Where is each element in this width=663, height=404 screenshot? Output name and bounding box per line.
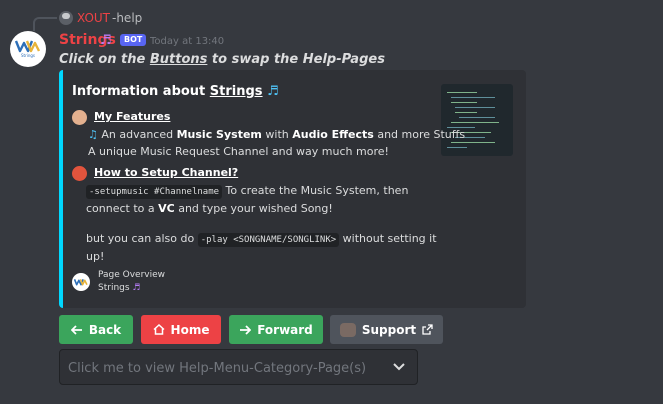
support-button-label: Support: [361, 322, 417, 337]
chevron-down-icon[interactable]: [392, 362, 406, 372]
footer-line-1: Page Overview: [98, 270, 166, 280]
music-note-icon: ♫: [88, 128, 98, 141]
setup-line-1: -setupmusic #Channelname To create the M…: [86, 184, 409, 199]
footer-line-2: Strings ♬: [98, 283, 141, 293]
avatar-text: Strings: [20, 53, 36, 58]
play-command-code: -play <SONGNAME/SONGLINK>: [197, 233, 340, 247]
forward-button[interactable]: Forward: [229, 315, 323, 344]
setup-text-c: and type your wished Song!: [174, 202, 333, 215]
arrow-right-icon: [240, 324, 252, 335]
back-button[interactable]: Back: [59, 315, 133, 344]
footer-bot-name: Strings: [98, 283, 130, 293]
music-note-icon: ♬: [100, 33, 112, 48]
embed-thumbnail[interactable]: [441, 84, 513, 156]
character-icon: [72, 110, 87, 125]
embed-title-link: Strings: [209, 84, 263, 99]
content-suffix: to swap the Help-Pages: [207, 52, 385, 67]
setup-text-b: connect to a: [86, 202, 159, 215]
content-highlight: Buttons: [149, 52, 208, 67]
features-bold-2: Audio Effects: [292, 128, 374, 141]
strings-logo-icon: [74, 279, 88, 286]
setup-bold-vc: VC: [158, 202, 175, 215]
content-prefix: Click on the: [59, 52, 150, 67]
features-line-1: ♫ An advanced Music System with Audio Ef…: [88, 128, 465, 141]
select-placeholder: Click me to view Help-Menu-Category-Page…: [68, 361, 367, 376]
setup-line-2: connect to a VC and type your wished Son…: [86, 202, 333, 215]
strings-logo-icon: [15, 40, 41, 53]
setup-text-d: but you can also do: [86, 232, 198, 245]
features-line-2: A unique Music Request Channel and way m…: [88, 145, 389, 158]
setup-text-a: To create the Music System, then: [222, 184, 409, 197]
features-bold-1: Music System: [176, 128, 262, 141]
home-icon: [153, 324, 165, 335]
footer-avatar: [72, 273, 90, 291]
reply-text[interactable]: -help: [112, 11, 142, 25]
back-button-label: Back: [88, 322, 122, 337]
features-text-c: and more Stuffs: [373, 128, 466, 141]
embed-title-prefix: Information about: [72, 84, 210, 99]
setup-field-name: How to Setup Channel?: [94, 166, 239, 179]
features-text-b: with: [261, 128, 293, 141]
forward-button-label: Forward: [257, 322, 313, 337]
music-notes-icon: ♬: [267, 84, 279, 99]
message-content: Click on the Buttons to swap the Help-Pa…: [59, 52, 385, 67]
home-button-label: Home: [170, 322, 210, 337]
bot-tag: BOT: [120, 34, 147, 46]
reply-avatar[interactable]: [59, 11, 73, 25]
support-emoji-icon: [339, 322, 356, 337]
support-button[interactable]: Support: [330, 315, 443, 344]
external-link-icon: [422, 324, 433, 335]
setup-text-e: without setting it: [339, 232, 437, 245]
setup-command-code: -setupmusic #Channelname: [86, 185, 223, 199]
features-text-a: An advanced: [97, 128, 177, 141]
avatar[interactable]: Strings: [10, 31, 46, 67]
setup-line-4: up!: [86, 250, 105, 263]
reply-connector: [33, 17, 57, 31]
setup-line-3: but you can also do -play <SONGNAME/SONG…: [86, 232, 437, 247]
arrow-left-icon: [70, 324, 82, 335]
timestamp: Today at 13:40: [150, 36, 225, 47]
embed-title: Information about Strings ♬: [72, 84, 279, 99]
features-field-name: My Features: [94, 110, 171, 123]
home-button[interactable]: Home: [141, 315, 221, 344]
reply-username[interactable]: XOUT: [77, 11, 110, 25]
music-note-icon: ♬: [132, 283, 141, 293]
character-icon: [72, 166, 87, 181]
